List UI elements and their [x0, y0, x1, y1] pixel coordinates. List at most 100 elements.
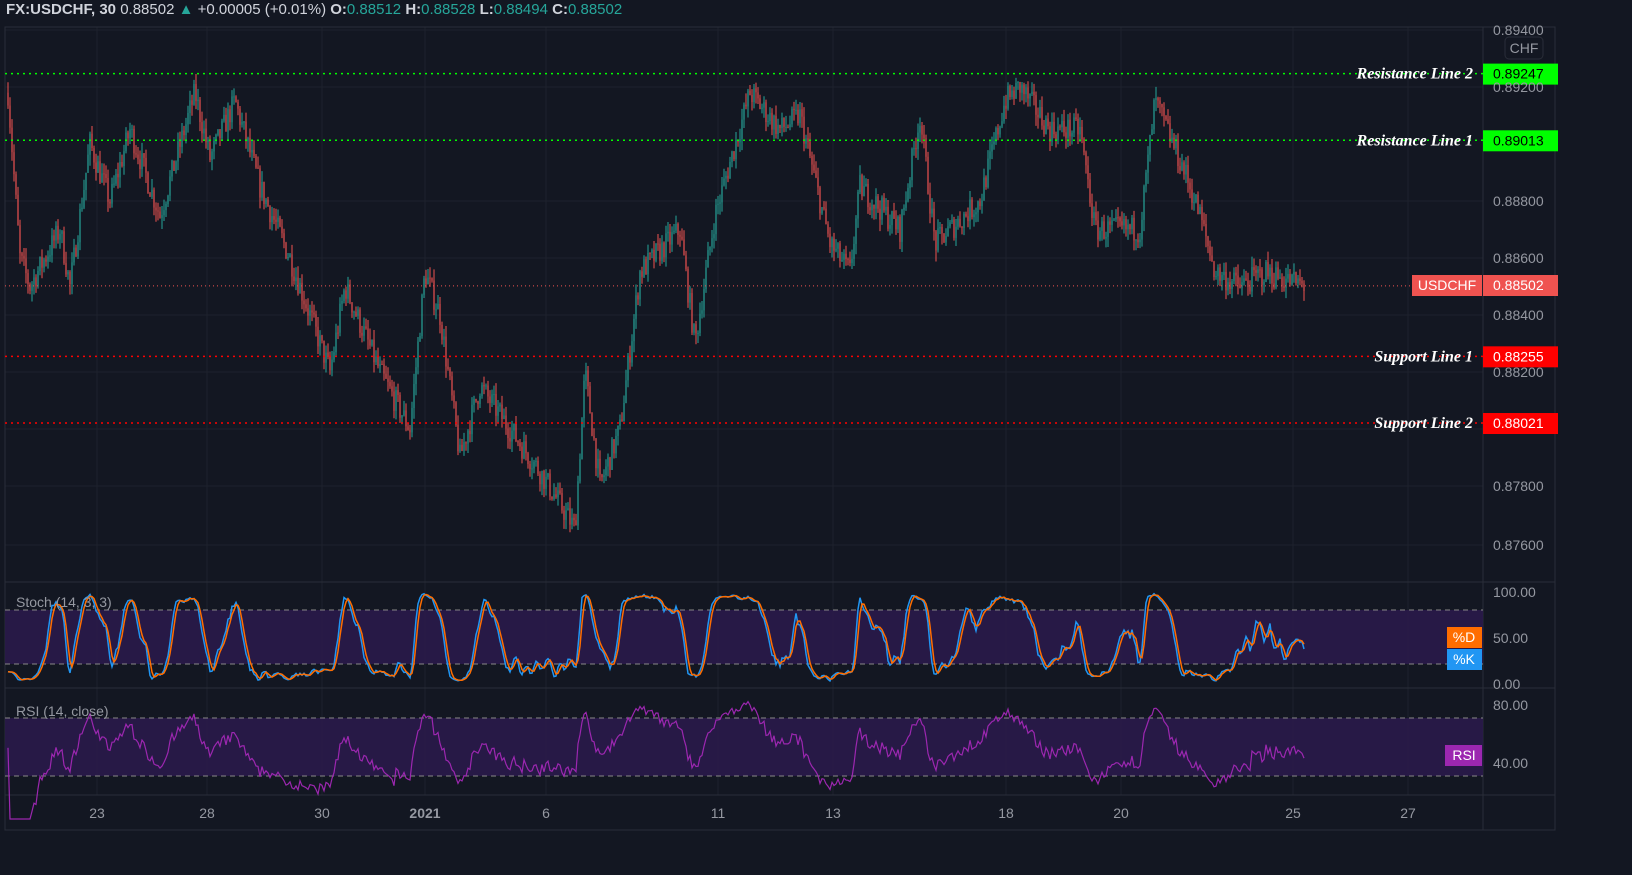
candle	[491, 389, 493, 407]
candle-body	[575, 520, 577, 526]
candle-body	[883, 197, 885, 211]
candle	[327, 343, 329, 360]
candle	[829, 227, 831, 253]
candle-body	[343, 290, 345, 302]
candle-body	[499, 404, 501, 407]
rsi-title[interactable]: RSI (14, close)	[16, 703, 109, 719]
candle	[1215, 270, 1217, 280]
candle	[1031, 82, 1033, 97]
candle	[623, 395, 625, 422]
candle	[1123, 213, 1125, 234]
candle	[13, 144, 15, 182]
candle	[525, 434, 527, 461]
candle-body	[661, 242, 663, 261]
candle-body	[1299, 278, 1301, 281]
candle	[429, 267, 431, 287]
candle	[1173, 133, 1175, 150]
candle	[723, 168, 725, 187]
candle	[1109, 217, 1111, 234]
candle-body	[1065, 132, 1067, 138]
candle	[1177, 133, 1179, 174]
candle	[375, 350, 377, 366]
stoch-d-label: %D	[1453, 629, 1476, 645]
candle-body	[531, 468, 533, 470]
candle	[921, 121, 923, 144]
candle	[255, 154, 257, 169]
time-axis-label: 20	[1113, 805, 1129, 821]
candle-body	[785, 126, 787, 128]
price-axis-label: 0.88800	[1493, 193, 1544, 209]
candle-body	[261, 182, 263, 198]
candle-body	[1217, 267, 1219, 277]
candle	[471, 397, 473, 442]
symbol-tag-label: USDCHF	[1418, 277, 1476, 293]
candle	[473, 395, 475, 413]
candle-body	[733, 151, 735, 159]
candle	[633, 314, 635, 353]
chart-canvas[interactable]: Resistance Line 2 0.89247Resistance Line …	[0, 0, 1632, 875]
candle	[417, 336, 419, 375]
candle	[1159, 97, 1161, 114]
candle	[465, 441, 467, 451]
grid	[5, 27, 1483, 795]
candle-body	[501, 404, 503, 420]
candle-body	[43, 259, 45, 268]
candle	[943, 233, 945, 244]
candle	[1263, 279, 1265, 293]
candle-body	[385, 373, 387, 379]
candle-body	[1277, 267, 1279, 279]
candle	[425, 269, 427, 288]
candle	[123, 144, 125, 175]
candle-body	[461, 444, 463, 451]
candle	[59, 229, 61, 249]
candle	[1125, 215, 1127, 237]
candle	[39, 256, 41, 276]
candle-body	[675, 223, 677, 231]
candle-body	[559, 490, 561, 494]
candle-body	[233, 96, 235, 98]
candle	[143, 153, 145, 167]
candle	[49, 245, 51, 262]
time-axis[interactable]: 23 28 30 2021 6 11 13 18 20 25 27	[89, 805, 1416, 821]
candle	[729, 156, 731, 179]
candle	[1117, 207, 1119, 228]
candle	[71, 252, 73, 295]
candle-body	[767, 120, 769, 123]
candle-body	[57, 225, 59, 240]
candle	[399, 392, 401, 423]
candle	[1255, 265, 1257, 281]
candle	[415, 357, 417, 396]
candle	[241, 112, 243, 128]
candle-body	[1189, 182, 1191, 190]
candle	[139, 150, 141, 179]
candle-body	[1267, 262, 1269, 277]
candle	[1025, 84, 1027, 103]
candles[interactable]	[7, 73, 1305, 533]
candle-body	[507, 428, 509, 439]
candle-body	[1163, 107, 1165, 116]
candle	[895, 210, 897, 235]
candle	[665, 225, 667, 267]
candle	[359, 307, 361, 338]
candle-body	[457, 424, 459, 452]
candle	[579, 453, 581, 484]
candle	[823, 201, 825, 211]
candle	[825, 201, 827, 225]
candle	[769, 107, 771, 125]
candle	[41, 249, 43, 279]
candle-body	[83, 189, 85, 208]
candle	[1161, 103, 1163, 117]
candle-body	[1155, 98, 1157, 100]
stoch-title[interactable]: Stoch (14, 3, 3)	[16, 594, 112, 610]
candle	[977, 200, 979, 222]
candle	[315, 310, 317, 337]
candle	[641, 266, 643, 284]
candle-body	[363, 326, 365, 336]
candle	[883, 193, 885, 213]
candle	[707, 241, 709, 268]
candle-body	[367, 328, 369, 340]
candle-body	[665, 233, 667, 258]
time-axis-label: 6	[542, 805, 550, 821]
candle-body	[77, 242, 79, 257]
candle	[1287, 264, 1289, 283]
